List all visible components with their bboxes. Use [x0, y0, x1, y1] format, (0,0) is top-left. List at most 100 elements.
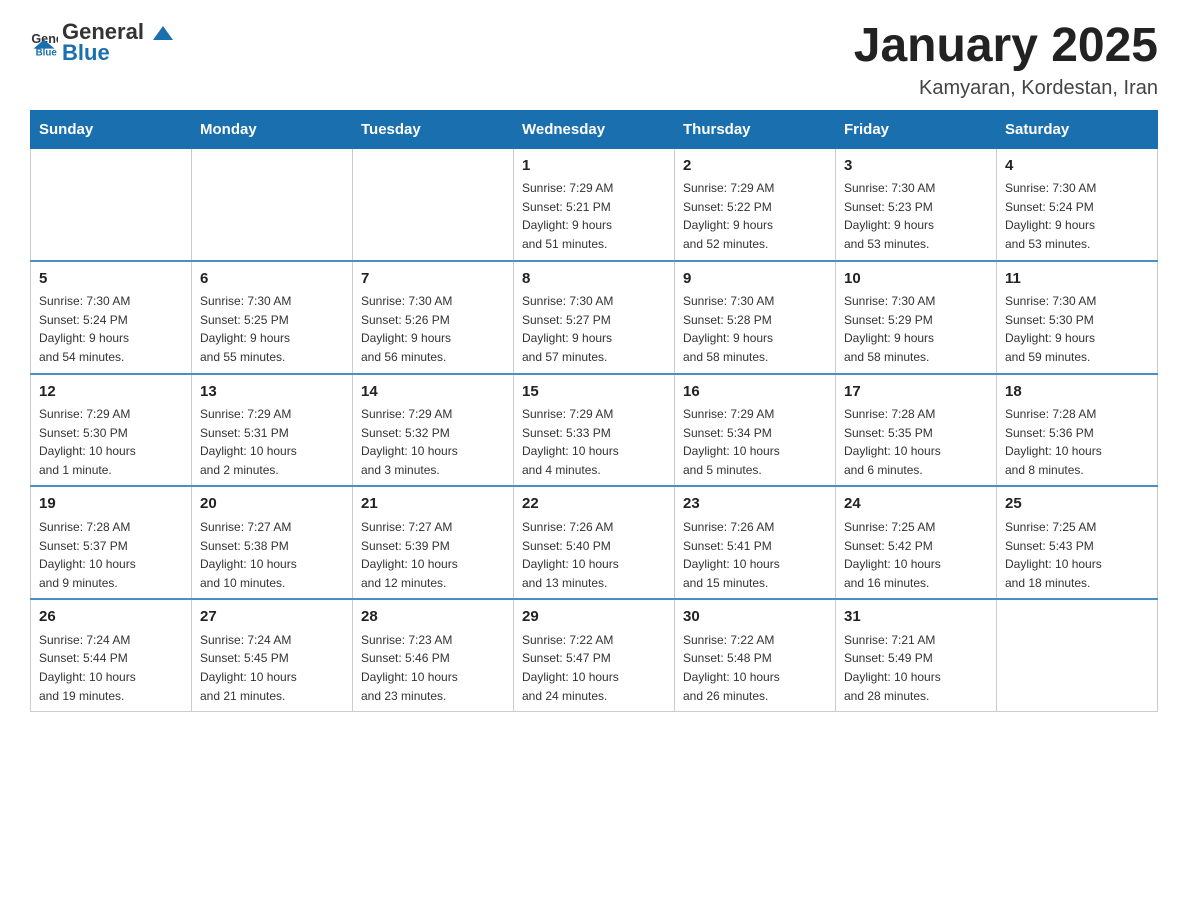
day-info: Sunrise: 7:24 AM Sunset: 5:45 PM Dayligh…: [200, 633, 297, 703]
calendar-week-row: 1Sunrise: 7:29 AM Sunset: 5:21 PM Daylig…: [31, 148, 1158, 260]
calendar-day-cell: 17 Sunrise: 7:28 AM Sunset: 5:35 PM Dayli…: [836, 374, 997, 487]
calendar-day-cell: 24 Sunrise: 7:25 AM Sunset: 5:42 PM Dayli…: [836, 486, 997, 599]
calendar-day-cell: 23 Sunrise: 7:26 AM Sunset: 5:41 PM Dayli…: [675, 486, 836, 599]
day-number: 14: [361, 381, 505, 404]
day-info: Sunrise: 7:30 AM Sunset: 5:24 PM Dayligh…: [1005, 181, 1096, 251]
calendar-day-cell: 4 Sunrise: 7:30 AM Sunset: 5:24 PM Daylig…: [997, 148, 1158, 260]
day-number: 15: [522, 381, 666, 404]
day-info: Sunrise: 7:26 AM Sunset: 5:40 PM Dayligh…: [522, 520, 619, 590]
calendar-week-row: 19Sunrise: 7:28 AM Sunset: 5:37 PM Dayli…: [31, 486, 1158, 599]
day-info: Sunrise: 7:27 AM Sunset: 5:39 PM Dayligh…: [361, 520, 458, 590]
day-info: Sunrise: 7:28 AM Sunset: 5:35 PM Dayligh…: [844, 407, 941, 477]
day-info: Sunrise: 7:30 AM Sunset: 5:29 PM Dayligh…: [844, 294, 935, 364]
day-info: Sunrise: 7:25 AM Sunset: 5:42 PM Dayligh…: [844, 520, 941, 590]
day-number: 31: [844, 606, 988, 629]
logo: General Blue General Blue: [30, 20, 176, 66]
logo-triangle: [151, 24, 175, 42]
col-saturday: Saturday: [997, 110, 1158, 148]
day-number: 8: [522, 268, 666, 291]
day-info: Sunrise: 7:26 AM Sunset: 5:41 PM Dayligh…: [683, 520, 780, 590]
calendar-header-row: Sunday Monday Tuesday Wednesday Thursday…: [31, 110, 1158, 148]
day-number: 23: [683, 493, 827, 516]
day-number: 12: [39, 381, 183, 404]
day-number: 9: [683, 268, 827, 291]
day-info: Sunrise: 7:30 AM Sunset: 5:30 PM Dayligh…: [1005, 294, 1096, 364]
col-thursday: Thursday: [675, 110, 836, 148]
day-number: 29: [522, 606, 666, 629]
day-number: 18: [1005, 381, 1149, 404]
day-number: 17: [844, 381, 988, 404]
calendar-day-cell: 2 Sunrise: 7:29 AM Sunset: 5:22 PM Daylig…: [675, 148, 836, 260]
calendar-day-cell: 9 Sunrise: 7:30 AM Sunset: 5:28 PM Daylig…: [675, 261, 836, 374]
day-number: 24: [844, 493, 988, 516]
calendar-day-cell: 11 Sunrise: 7:30 AM Sunset: 5:30 PM Dayli…: [997, 261, 1158, 374]
day-number: 11: [1005, 268, 1149, 291]
day-number: 28: [361, 606, 505, 629]
calendar-day-cell: 1Sunrise: 7:29 AM Sunset: 5:21 PM Daylig…: [514, 148, 675, 260]
calendar-table: Sunday Monday Tuesday Wednesday Thursday…: [30, 110, 1158, 712]
calendar-day-cell: 16Sunrise: 7:29 AM Sunset: 5:34 PM Dayli…: [675, 374, 836, 487]
calendar-day-cell: [192, 148, 353, 260]
col-sunday: Sunday: [31, 110, 192, 148]
day-number: 30: [683, 606, 827, 629]
day-number: 22: [522, 493, 666, 516]
calendar-day-cell: [31, 148, 192, 260]
calendar-day-cell: 6 Sunrise: 7:30 AM Sunset: 5:25 PM Daylig…: [192, 261, 353, 374]
day-info: Sunrise: 7:22 AM Sunset: 5:48 PM Dayligh…: [683, 633, 780, 703]
calendar-day-cell: 10 Sunrise: 7:30 AM Sunset: 5:29 PM Dayli…: [836, 261, 997, 374]
day-info: Sunrise: 7:29 AM Sunset: 5:31 PM Dayligh…: [200, 407, 297, 477]
calendar-day-cell: 29 Sunrise: 7:22 AM Sunset: 5:47 PM Dayli…: [514, 599, 675, 711]
day-info: Sunrise: 7:30 AM Sunset: 5:23 PM Dayligh…: [844, 181, 935, 251]
calendar-day-cell: 25Sunrise: 7:25 AM Sunset: 5:43 PM Dayli…: [997, 486, 1158, 599]
calendar-week-row: 26Sunrise: 7:24 AM Sunset: 5:44 PM Dayli…: [31, 599, 1158, 711]
day-info: Sunrise: 7:29 AM Sunset: 5:22 PM Dayligh…: [683, 181, 774, 251]
day-info: Sunrise: 7:29 AM Sunset: 5:32 PM Dayligh…: [361, 407, 458, 477]
page-header: General Blue General Blue January 2025 K…: [30, 20, 1158, 100]
calendar-day-cell: 8Sunrise: 7:30 AM Sunset: 5:27 PM Daylig…: [514, 261, 675, 374]
calendar-day-cell: 13Sunrise: 7:29 AM Sunset: 5:31 PM Dayli…: [192, 374, 353, 487]
calendar-day-cell: 27 Sunrise: 7:24 AM Sunset: 5:45 PM Dayli…: [192, 599, 353, 711]
day-info: Sunrise: 7:21 AM Sunset: 5:49 PM Dayligh…: [844, 633, 941, 703]
day-info: Sunrise: 7:22 AM Sunset: 5:47 PM Dayligh…: [522, 633, 619, 703]
location-title: Kamyaran, Kordestan, Iran: [854, 77, 1158, 100]
day-number: 19: [39, 493, 183, 516]
day-number: 6: [200, 268, 344, 291]
col-tuesday: Tuesday: [353, 110, 514, 148]
col-monday: Monday: [192, 110, 353, 148]
day-info: Sunrise: 7:28 AM Sunset: 5:36 PM Dayligh…: [1005, 407, 1102, 477]
calendar-day-cell: 14 Sunrise: 7:29 AM Sunset: 5:32 PM Dayli…: [353, 374, 514, 487]
day-number: 5: [39, 268, 183, 291]
calendar-day-cell: 3 Sunrise: 7:30 AM Sunset: 5:23 PM Daylig…: [836, 148, 997, 260]
calendar-day-cell: [353, 148, 514, 260]
day-number: 3: [844, 155, 988, 178]
calendar-day-cell: 21Sunrise: 7:27 AM Sunset: 5:39 PM Dayli…: [353, 486, 514, 599]
day-info: Sunrise: 7:30 AM Sunset: 5:25 PM Dayligh…: [200, 294, 291, 364]
calendar-day-cell: [997, 599, 1158, 711]
calendar-day-cell: 26Sunrise: 7:24 AM Sunset: 5:44 PM Dayli…: [31, 599, 192, 711]
svg-text:Blue: Blue: [36, 48, 58, 57]
day-number: 20: [200, 493, 344, 516]
title-block: January 2025 Kamyaran, Kordestan, Iran: [854, 20, 1158, 100]
day-number: 25: [1005, 493, 1149, 516]
day-info: Sunrise: 7:29 AM Sunset: 5:33 PM Dayligh…: [522, 407, 619, 477]
day-number: 4: [1005, 155, 1149, 178]
day-info: Sunrise: 7:29 AM Sunset: 5:21 PM Dayligh…: [522, 181, 613, 251]
calendar-day-cell: 30 Sunrise: 7:22 AM Sunset: 5:48 PM Dayli…: [675, 599, 836, 711]
calendar-day-cell: 22 Sunrise: 7:26 AM Sunset: 5:40 PM Dayli…: [514, 486, 675, 599]
col-wednesday: Wednesday: [514, 110, 675, 148]
day-info: Sunrise: 7:30 AM Sunset: 5:26 PM Dayligh…: [361, 294, 452, 364]
logo-blue: Blue: [62, 40, 176, 66]
day-number: 10: [844, 268, 988, 291]
day-info: Sunrise: 7:24 AM Sunset: 5:44 PM Dayligh…: [39, 633, 136, 703]
day-info: Sunrise: 7:30 AM Sunset: 5:28 PM Dayligh…: [683, 294, 774, 364]
day-info: Sunrise: 7:27 AM Sunset: 5:38 PM Dayligh…: [200, 520, 297, 590]
day-number: 27: [200, 606, 344, 629]
calendar-day-cell: 20 Sunrise: 7:27 AM Sunset: 5:38 PM Dayli…: [192, 486, 353, 599]
day-number: 2: [683, 155, 827, 178]
day-info: Sunrise: 7:29 AM Sunset: 5:30 PM Dayligh…: [39, 407, 136, 477]
day-number: 7: [361, 268, 505, 291]
calendar-day-cell: 28Sunrise: 7:23 AM Sunset: 5:46 PM Dayli…: [353, 599, 514, 711]
calendar-day-cell: 18 Sunrise: 7:28 AM Sunset: 5:36 PM Dayli…: [997, 374, 1158, 487]
calendar-day-cell: 15 Sunrise: 7:29 AM Sunset: 5:33 PM Dayli…: [514, 374, 675, 487]
calendar-day-cell: 31 Sunrise: 7:21 AM Sunset: 5:49 PM Dayli…: [836, 599, 997, 711]
